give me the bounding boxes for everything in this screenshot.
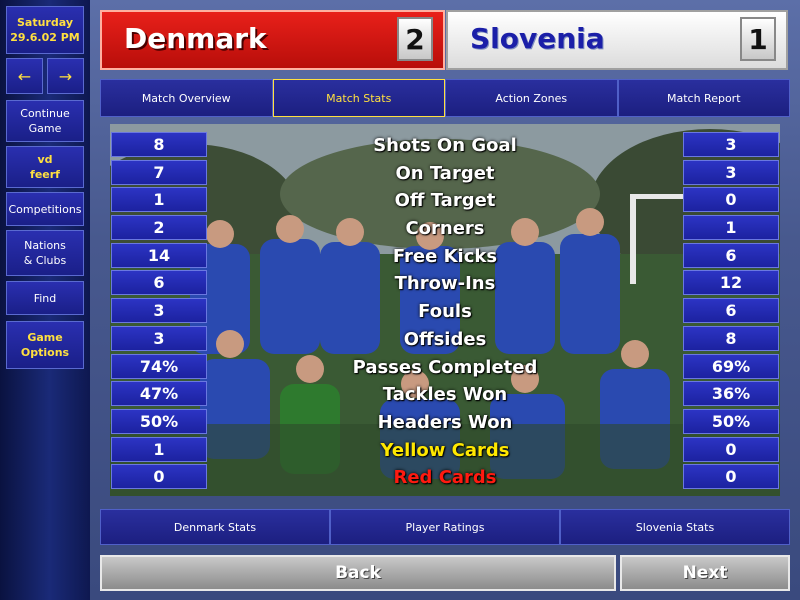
away-stat-value: 6 <box>683 298 779 324</box>
sidebar-label-line: Game <box>28 122 62 135</box>
stat-label: Free Kicks <box>392 245 498 267</box>
tab-slovenia-stats[interactable]: Slovenia Stats <box>560 509 790 545</box>
home-stat-value: 2 <box>111 215 207 241</box>
away-stat-value: 12 <box>683 270 779 296</box>
sidebar-continue-game-button[interactable]: Continue Game <box>6 100 84 142</box>
away-stats-column: 3 3 0 1 6 12 6 8 69% 36% 50% 0 0 <box>683 132 779 492</box>
sidebar-label-line: Find <box>33 291 57 305</box>
sidebar-label-line: Continue <box>20 107 70 120</box>
stat-label: Corners <box>405 218 485 240</box>
home-score: 2 <box>397 17 433 61</box>
sidebar-label-line: Game <box>27 331 63 344</box>
date-value: 29.6.02 PM <box>10 31 80 44</box>
next-button[interactable]: Next <box>620 555 790 591</box>
away-stat-value: 0 <box>683 464 779 490</box>
sidebar-label-line: feerf <box>30 168 60 181</box>
home-stat-value: 1 <box>111 436 207 462</box>
stat-labels-column: Shots On Goal On Target Off Target Corners F… <box>320 132 570 492</box>
away-stat-value: 1 <box>683 215 779 241</box>
home-team-header: Denmark 2 <box>100 10 445 70</box>
back-arrow-icon[interactable]: ← <box>6 58 43 94</box>
match-tabs: Match Overview Match Stats Action Zones Mat… <box>100 79 790 117</box>
sidebar-find-button[interactable]: Find <box>6 281 84 315</box>
sidebar: Saturday 29.6.02 PM ← → Continue Game vd fe… <box>0 0 90 600</box>
home-stat-value: 50% <box>111 408 207 434</box>
stat-label: Throw-Ins <box>394 273 496 295</box>
sidebar-competitions-button[interactable]: Competitions <box>6 192 84 226</box>
tab-match-stats[interactable]: Match Stats <box>272 79 445 117</box>
stat-label: Passes Completed <box>352 356 538 378</box>
history-arrows: ← → <box>6 58 84 94</box>
stat-label: Shots On Goal <box>373 135 517 156</box>
home-stat-value: 7 <box>111 159 207 185</box>
away-team-name: Slovenia <box>470 22 605 55</box>
tab-match-overview[interactable]: Match Overview <box>100 79 273 117</box>
forward-arrow-icon[interactable]: → <box>47 58 84 94</box>
stat-label: Off Target <box>394 190 496 212</box>
sidebar-nations-clubs-button[interactable]: Nations & Clubs <box>6 230 84 276</box>
stat-label: Fouls <box>418 301 472 323</box>
tab-action-zones[interactable]: Action Zones <box>445 79 618 117</box>
stat-label: Yellow Cards <box>380 439 510 461</box>
away-stat-value: 3 <box>683 132 779 157</box>
sidebar-label-line: & Clubs <box>23 254 67 267</box>
home-stat-value: 1 <box>111 187 207 213</box>
tab-denmark-stats[interactable]: Denmark Stats <box>100 509 330 545</box>
home-stat-value: 74% <box>111 353 207 379</box>
tab-match-report[interactable]: Match Report <box>617 79 790 117</box>
home-team-name: Denmark <box>124 22 267 55</box>
away-score: 1 <box>740 17 776 61</box>
home-stat-value: 3 <box>111 298 207 324</box>
sidebar-label-line: Nations <box>24 239 66 252</box>
team-stats-tabs: Denmark Stats Player Ratings Slovenia Stat… <box>100 509 790 545</box>
date-display: Saturday 29.6.02 PM <box>6 6 84 54</box>
away-stat-value: 69% <box>683 353 779 379</box>
home-stat-value: 8 <box>111 132 207 157</box>
away-stat-value: 50% <box>683 408 779 434</box>
home-stat-value: 47% <box>111 381 207 407</box>
sidebar-manager-name-button[interactable]: vd feerf <box>6 146 84 188</box>
tab-player-ratings[interactable]: Player Ratings <box>330 509 560 545</box>
home-stat-value: 3 <box>111 325 207 351</box>
away-stat-value: 8 <box>683 325 779 351</box>
home-stat-value: 14 <box>111 242 207 268</box>
away-team-header: Slovenia 1 <box>446 10 788 70</box>
sidebar-label-line: vd <box>37 153 53 166</box>
away-stat-value: 36% <box>683 381 779 407</box>
away-stat-value: 0 <box>683 436 779 462</box>
home-stat-value: 6 <box>111 270 207 296</box>
main-panel: Denmark 2 Slovenia 1 Match Overview Match… <box>90 0 800 600</box>
date-day: Saturday <box>17 16 73 29</box>
stat-label: On Target <box>395 162 495 184</box>
sidebar-label-line: Options <box>20 346 70 359</box>
sidebar-label-line: Competitions <box>8 202 82 216</box>
away-stat-value: 6 <box>683 242 779 268</box>
sidebar-game-options-button[interactable]: Game Options <box>6 321 84 369</box>
stat-label: Tackles Won <box>382 384 508 406</box>
home-stats-column: 8 7 1 2 14 6 3 3 74% 47% 50% 1 0 <box>111 132 207 492</box>
away-stat-value: 3 <box>683 159 779 185</box>
stat-label: Offsides <box>403 328 487 350</box>
back-button[interactable]: Back <box>100 555 616 591</box>
stat-label: Red Cards <box>393 467 497 489</box>
away-stat-value: 0 <box>683 187 779 213</box>
home-stat-value: 0 <box>111 464 207 490</box>
stat-label: Headers Won <box>377 411 513 433</box>
